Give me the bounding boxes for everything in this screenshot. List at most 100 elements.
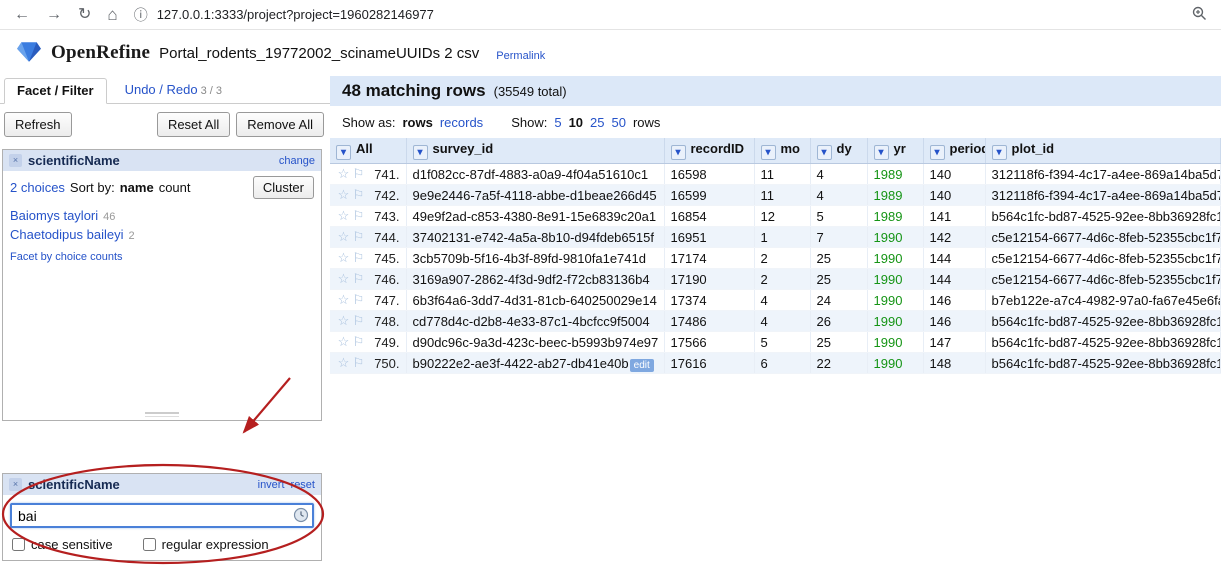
cell-recordid[interactable]: 17486: [664, 311, 754, 332]
regex-checkbox[interactable]: [143, 538, 156, 551]
cell-plot-id[interactable]: 312118f6-f394-4c17-a4ee-869a14ba5d75: [985, 164, 1221, 185]
column-dropdown-icon[interactable]: ▾: [817, 145, 832, 160]
case-sensitive-option[interactable]: case sensitive: [12, 537, 113, 552]
star-icon[interactable]: ☆: [336, 334, 351, 350]
edit-button[interactable]: edit: [630, 359, 654, 372]
column-dropdown-icon[interactable]: ▾: [992, 145, 1007, 160]
star-icon[interactable]: ☆: [336, 271, 351, 287]
change-link[interactable]: change: [279, 155, 315, 167]
history-clock-icon[interactable]: [293, 507, 309, 526]
cell-plot-id[interactable]: b564c1fc-bd87-4525-92ee-8bb36928fc10: [985, 206, 1221, 227]
tab-undo-redo[interactable]: Undo / Redo3 / 3: [125, 82, 222, 103]
page-size-25[interactable]: 25: [590, 115, 604, 130]
page-size-10[interactable]: 10: [569, 115, 583, 130]
flag-icon[interactable]: ⚐: [351, 166, 366, 182]
case-sensitive-checkbox[interactable]: [12, 538, 25, 551]
cell-dy[interactable]: 24: [810, 290, 867, 311]
cell-recordid[interactable]: 16598: [664, 164, 754, 185]
cell-mo[interactable]: 1: [754, 227, 810, 248]
cell-recordid[interactable]: 17566: [664, 332, 754, 353]
facet-choice-label[interactable]: Chaetodipus baileyi: [10, 227, 123, 242]
sort-by-name[interactable]: name: [120, 180, 154, 195]
facet-by-choice-counts-link[interactable]: Facet by choice counts: [10, 251, 314, 263]
close-facet-icon[interactable]: ×: [9, 154, 22, 167]
cell-recordid[interactable]: 16951: [664, 227, 754, 248]
cell-yr[interactable]: 1990: [867, 353, 923, 374]
reload-icon[interactable]: ↻: [78, 7, 91, 23]
refresh-button[interactable]: Refresh: [4, 112, 72, 137]
cell-yr[interactable]: 1989: [867, 185, 923, 206]
facet-resize-handle[interactable]: [145, 412, 179, 417]
cell-survey-id[interactable]: cd778d4c-d2b8-4e33-87c1-4bcfcc9f5004: [406, 311, 664, 332]
show-as-records[interactable]: records: [440, 115, 483, 130]
cell-dy[interactable]: 25: [810, 248, 867, 269]
forward-icon[interactable]: →: [46, 7, 62, 23]
cell-plot-id[interactable]: b7eb122e-a7c4-4982-97a0-fa67e45e6faf: [985, 290, 1221, 311]
page-size-5[interactable]: 5: [554, 115, 561, 130]
cell-survey-id[interactable]: d90dc96c-9a3d-423c-beec-b5993b974e97: [406, 332, 664, 353]
cell-period[interactable]: 142: [923, 227, 985, 248]
regex-option[interactable]: regular expression: [143, 537, 269, 552]
zoom-icon[interactable]: [1192, 6, 1207, 24]
close-facet-icon[interactable]: ×: [9, 478, 22, 491]
flag-icon[interactable]: ⚐: [351, 271, 366, 287]
cell-yr[interactable]: 1990: [867, 227, 923, 248]
cell-mo[interactable]: 2: [754, 269, 810, 290]
column-dropdown-icon[interactable]: ▾: [761, 145, 776, 160]
cell-yr[interactable]: 1989: [867, 164, 923, 185]
cell-yr[interactable]: 1990: [867, 248, 923, 269]
cell-plot-id[interactable]: b564c1fc-bd87-4525-92ee-8bb36928fc10: [985, 311, 1221, 332]
reset-link[interactable]: reset: [291, 479, 315, 491]
star-icon[interactable]: ☆: [336, 187, 351, 203]
cluster-button[interactable]: Cluster: [253, 176, 314, 199]
cell-period[interactable]: 147: [923, 332, 985, 353]
reset-all-button[interactable]: Reset All: [157, 112, 230, 137]
cell-survey-id[interactable]: 49e9f2ad-c853-4380-8e91-15e6839c20a1: [406, 206, 664, 227]
cell-survey-id[interactable]: 3169a907-2862-4f3d-9df2-f72cb83136b4: [406, 269, 664, 290]
star-icon[interactable]: ☆: [336, 250, 351, 266]
star-icon[interactable]: ☆: [336, 355, 351, 371]
cell-dy[interactable]: 26: [810, 311, 867, 332]
cell-yr[interactable]: 1990: [867, 311, 923, 332]
cell-mo[interactable]: 4: [754, 311, 810, 332]
cell-dy[interactable]: 7: [810, 227, 867, 248]
cell-survey-id[interactable]: 6b3f64a6-3dd7-4d31-81cb-640250029e14: [406, 290, 664, 311]
flag-icon[interactable]: ⚐: [351, 334, 366, 350]
text-filter-input[interactable]: [10, 503, 314, 528]
cell-mo[interactable]: 4: [754, 290, 810, 311]
cell-period[interactable]: 144: [923, 248, 985, 269]
cell-period[interactable]: 146: [923, 290, 985, 311]
cell-yr[interactable]: 1989: [867, 206, 923, 227]
cell-yr[interactable]: 1990: [867, 269, 923, 290]
column-dropdown-icon[interactable]: ▾: [336, 145, 351, 160]
cell-dy[interactable]: 5: [810, 206, 867, 227]
cell-mo[interactable]: 12: [754, 206, 810, 227]
brand-name[interactable]: OpenRefine: [51, 42, 150, 64]
cell-recordid[interactable]: 16599: [664, 185, 754, 206]
cell-dy[interactable]: 4: [810, 164, 867, 185]
site-info-icon[interactable]: ⓘ: [134, 5, 148, 25]
url-text[interactable]: 127.0.0.1:3333/project?project=196028214…: [157, 7, 434, 22]
flag-icon[interactable]: ⚐: [351, 292, 366, 308]
cell-survey-id[interactable]: d1f082cc-87df-4883-a0a9-4f04a51610c1: [406, 164, 664, 185]
column-dropdown-icon[interactable]: ▾: [930, 145, 945, 160]
cell-recordid[interactable]: 17190: [664, 269, 754, 290]
cell-plot-id[interactable]: c5e12154-6677-4d6c-8feb-52355cbc1f78: [985, 248, 1221, 269]
home-icon[interactable]: ⌂: [107, 6, 117, 23]
choices-count-link[interactable]: 2 choices: [10, 180, 65, 195]
cell-survey-id[interactable]: 3cb5709b-5f16-4b3f-89fd-9810fa1e741d: [406, 248, 664, 269]
flag-icon[interactable]: ⚐: [351, 229, 366, 245]
facet-choice[interactable]: Baiomys taylori46: [10, 208, 314, 223]
remove-all-button[interactable]: Remove All: [236, 112, 324, 137]
cell-yr[interactable]: 1990: [867, 290, 923, 311]
flag-icon[interactable]: ⚐: [351, 355, 366, 371]
back-icon[interactable]: ←: [14, 7, 30, 23]
sort-by-count[interactable]: count: [159, 180, 191, 195]
cell-plot-id[interactable]: c5e12154-6677-4d6c-8feb-52355cbc1f78: [985, 227, 1221, 248]
cell-survey-id[interactable]: 9e9e2446-7a5f-4118-abbe-d1beae266d45: [406, 185, 664, 206]
cell-recordid[interactable]: 16854: [664, 206, 754, 227]
invert-link[interactable]: invert: [258, 479, 285, 491]
cell-recordid[interactable]: 17374: [664, 290, 754, 311]
cell-plot-id[interactable]: 312118f6-f394-4c17-a4ee-869a14ba5d75: [985, 185, 1221, 206]
permalink-link[interactable]: Permalink: [496, 50, 545, 62]
